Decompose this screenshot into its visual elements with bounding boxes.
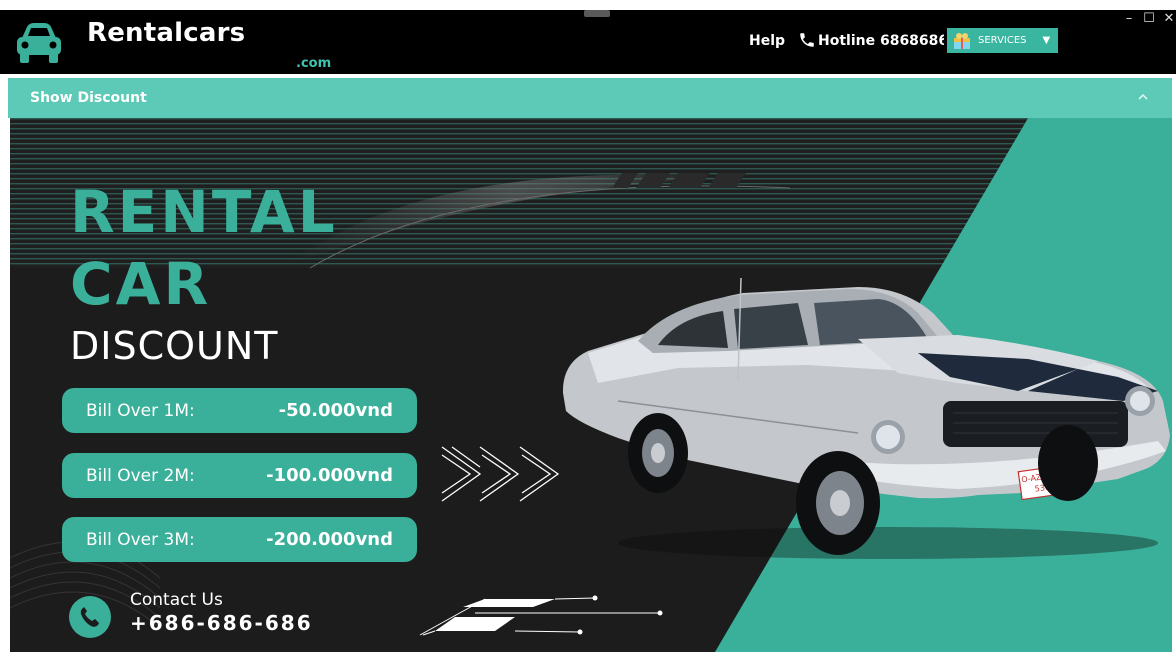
discount-panel-header[interactable]: Show Discount [8, 78, 1172, 118]
offer-label: Bill Over 2M: [86, 465, 195, 486]
contact-number: +686-686-686 [130, 611, 313, 635]
brand-suffix: .com [296, 56, 332, 71]
discount-panel-title: Show Discount [30, 90, 147, 106]
top-edge [0, 0, 1176, 10]
minimize-button[interactable]: – [1122, 12, 1136, 26]
discount-subtitle: DISCOUNT [70, 324, 279, 368]
phone-icon [800, 33, 814, 47]
dropdown-arrow-icon: ▼ [1042, 35, 1051, 46]
offer-value: -100.000vnd [266, 465, 393, 486]
brand-name: Rentalcars [87, 18, 246, 48]
title-line-rental: RENTAL [70, 178, 338, 246]
offer-label: Bill Over 3M: [86, 529, 195, 550]
offer-value: -50.000vnd [278, 400, 393, 421]
offer-pill-1m: Bill Over 1M: -50.000vnd [62, 388, 417, 433]
window-controls: – ☐ ✕ [1122, 12, 1176, 26]
top-bar: Rentalcars .com Help Hotline 68686868 SE… [0, 0, 1176, 74]
help-link[interactable]: Help [749, 33, 785, 49]
maximize-button[interactable]: ☐ [1142, 12, 1156, 26]
discount-banner: RENTAL CAR DISCOUNT Bill Over 1M: -50.00… [10, 118, 1172, 652]
rental-car-title: RENTAL CAR [70, 176, 338, 320]
services-gift-icon [954, 32, 970, 49]
services-label: SERVICES [978, 35, 1027, 46]
title-line-car: CAR [70, 250, 212, 318]
offer-pill-2m: Bill Over 2M: -100.000vnd [62, 453, 417, 498]
close-button[interactable]: ✕ [1162, 12, 1176, 26]
offer-value: -200.000vnd [266, 529, 393, 550]
car-logo-icon [17, 23, 61, 63]
drag-handle[interactable] [584, 10, 610, 17]
collapse-chevron-icon[interactable] [1136, 90, 1150, 104]
contact-label: Contact Us [130, 590, 223, 610]
services-dropdown[interactable]: SERVICES ▼ [947, 28, 1058, 53]
classic-car-image: O-AZB 530 [562, 277, 1170, 559]
offer-label: Bill Over 1M: [86, 400, 195, 421]
hotline-text: Hotline 68686868 [818, 33, 944, 49]
phone-circle-icon [69, 596, 111, 638]
offer-pill-3m: Bill Over 3M: -200.000vnd [62, 517, 417, 562]
speed-lines-decoration [419, 595, 663, 636]
chevrons-decoration-icon [441, 446, 560, 502]
